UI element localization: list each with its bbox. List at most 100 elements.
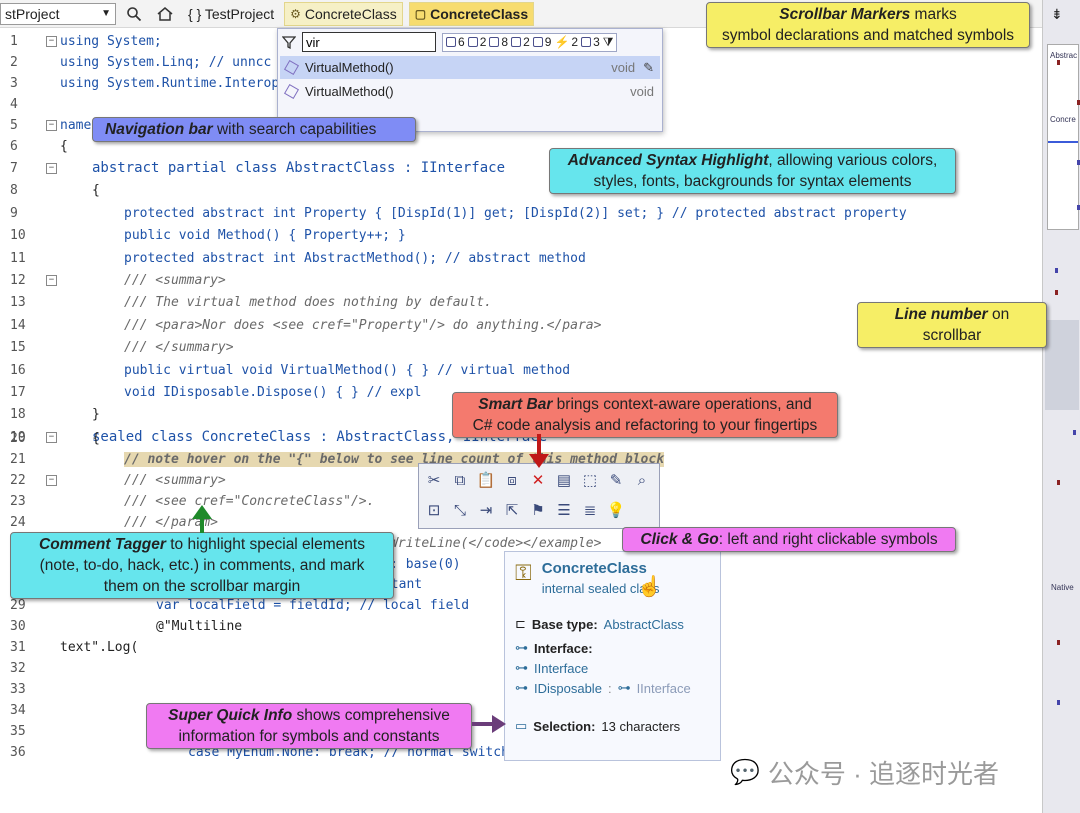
- annotation-title: Navigation bar: [105, 121, 213, 138]
- paste-button[interactable]: 📋: [473, 466, 499, 494]
- duplicate-button[interactable]: ⧈: [499, 466, 525, 494]
- line-number: 36: [10, 744, 26, 760]
- annotation-scrollbar-markers: Scrollbar Markers marks symbol declarati…: [706, 2, 1030, 48]
- search-result-item[interactable]: VirtualMethod() void: [280, 80, 660, 103]
- interface-icon: ⊶: [617, 680, 631, 695]
- line-number: 29: [10, 598, 26, 614]
- code-line[interactable]: 12 − /// <summary>: [0, 270, 1042, 291]
- annotation-super-quick-info: Super Quick Info shows comprehensive inf…: [146, 703, 472, 749]
- method-icon: [283, 59, 300, 76]
- annotation-title: Comment Tagger: [39, 536, 166, 553]
- method-icon: [283, 83, 300, 100]
- filter-field[interactable]: 3: [581, 35, 600, 50]
- filter-event[interactable]: ⚡ 2: [554, 35, 578, 50]
- code-line[interactable]: 16 public virtual void VirtualMethod() { …: [0, 360, 1042, 381]
- enum-icon: [489, 37, 500, 47]
- annotation-title: Advanced Syntax Highlight: [567, 152, 769, 169]
- project-dropdown[interactable]: stProject ▼: [0, 2, 116, 25]
- format-button[interactable]: ☰: [551, 496, 577, 524]
- scrollbar-thumb[interactable]: [1045, 320, 1079, 410]
- filter-struct[interactable]: 2: [467, 35, 486, 50]
- line-number: 11: [10, 250, 26, 266]
- crumb-class-label: ConcreteClass: [304, 5, 397, 22]
- fold-toggle-icon[interactable]: −: [46, 119, 57, 131]
- filter-icon[interactable]: ⧩: [603, 35, 614, 50]
- interface-link[interactable]: IInterface: [534, 661, 588, 676]
- arrow-down-icon: [529, 434, 549, 468]
- filter-method[interactable]: 9: [532, 35, 551, 50]
- annotation-text: symbol declarations and matched symbols: [721, 27, 1015, 44]
- crumb-class[interactable]: ⚙ ConcreteClass: [284, 1, 403, 26]
- wrap-button[interactable]: ⊡: [421, 496, 447, 524]
- code-line[interactable]: 9 protected abstract int Property { [Disp…: [0, 203, 1042, 224]
- search-button[interactable]: [122, 3, 146, 25]
- annotation-title: Click & Go: [640, 531, 719, 548]
- chevron-down-icon: ▼: [101, 8, 111, 19]
- scrollbar[interactable]: ⇟ Abstrac Concre Native: [1042, 0, 1080, 813]
- annotation-text: (note, to-do, hack, etc.) in comments, a…: [39, 557, 365, 574]
- line-number: 33: [10, 681, 26, 697]
- quick-info-label: Interface:: [534, 640, 593, 656]
- filter-enum[interactable]: 8: [489, 35, 508, 50]
- annotation-text: marks: [910, 6, 957, 23]
- line-number: 7: [10, 160, 18, 176]
- lightbulb-button[interactable]: 💡: [603, 496, 629, 524]
- interface-icon: ⊶: [515, 640, 528, 655]
- outline-button[interactable]: ≣: [577, 496, 603, 524]
- arrow-up-icon: [192, 505, 212, 533]
- annotation-title: Super Quick Info: [168, 707, 293, 724]
- search-icon: [127, 6, 142, 21]
- line-number: 2: [10, 54, 18, 70]
- crumb-class-active[interactable]: ▢ ConcreteClass: [408, 1, 535, 26]
- fold-toggle-icon[interactable]: −: [46, 274, 57, 286]
- references-button[interactable]: ⚑: [525, 496, 551, 524]
- search-result-item[interactable]: VirtualMethod() void ✎: [280, 56, 660, 79]
- base-type-link[interactable]: AbstractClass: [604, 617, 684, 632]
- line-number: 1: [10, 34, 18, 49]
- wechat-icon: 💬: [730, 759, 760, 786]
- interface-link[interactable]: IDisposable: [534, 681, 602, 696]
- line-number: 34: [10, 702, 26, 718]
- edit-icon[interactable]: ✎: [643, 60, 654, 76]
- tools-button[interactable]: ✎: [603, 466, 629, 494]
- hierarchy-icon: ⊏: [515, 616, 526, 631]
- search-input[interactable]: [302, 32, 436, 52]
- extract-button[interactable]: ⇥: [473, 496, 499, 524]
- copy-button[interactable]: ⧉: [447, 466, 473, 494]
- annotation-text: brings context-aware operations, and: [552, 396, 812, 413]
- split-icon[interactable]: ⇟: [1051, 6, 1063, 23]
- code-text: }: [92, 407, 100, 423]
- outline-icon: ≣: [583, 502, 597, 519]
- filter-class[interactable]: 6: [446, 35, 465, 50]
- line-number: 3: [10, 75, 18, 91]
- document-button[interactable]: ▤: [551, 466, 577, 494]
- search-row: 6 2 8 2 9 ⚡2 3 ⧩: [278, 29, 662, 55]
- select-button[interactable]: ⬚: [577, 466, 603, 494]
- scrollbar-label: Concre: [1050, 115, 1076, 124]
- annotation-text: with search capabilities: [212, 121, 377, 138]
- code-text: {: [60, 138, 68, 154]
- cut-button[interactable]: ✂: [421, 466, 447, 494]
- method-icon: [532, 37, 543, 47]
- crumb-namespace[interactable]: { } TestProject: [184, 3, 278, 25]
- refactor-button[interactable]: ⤡: [447, 496, 473, 524]
- filter-property[interactable]: 2: [511, 35, 530, 50]
- fold-toggle-icon[interactable]: −: [46, 36, 57, 47]
- code-line[interactable]: 11 protected abstract int AbstractMethod(…: [0, 248, 1042, 269]
- goto-button[interactable]: ⇱: [499, 496, 525, 524]
- line-number: 12: [10, 272, 26, 288]
- home-button[interactable]: [152, 3, 178, 25]
- field-icon: [581, 37, 592, 47]
- code-text: using System;: [60, 34, 162, 49]
- fold-toggle-icon[interactable]: −: [46, 474, 57, 486]
- crumb-namespace-label: { } TestProject: [188, 5, 275, 22]
- code-line[interactable]: 10 public void Method() { Property++; }: [0, 225, 1042, 246]
- watermark-text: 公众号 · 追逐时光者: [767, 759, 999, 789]
- fold-toggle-icon[interactable]: −: [46, 162, 57, 174]
- delete-button[interactable]: ✕: [525, 466, 551, 494]
- interface-item[interactable]: ⊶ IInterface: [515, 660, 710, 676]
- interface-item[interactable]: ⊶ IDisposable : ⊶ IInterface: [515, 680, 710, 696]
- find-button[interactable]: ⌕: [629, 466, 655, 494]
- line-number: 9: [10, 205, 18, 221]
- lightbulb-icon: 💡: [606, 502, 626, 519]
